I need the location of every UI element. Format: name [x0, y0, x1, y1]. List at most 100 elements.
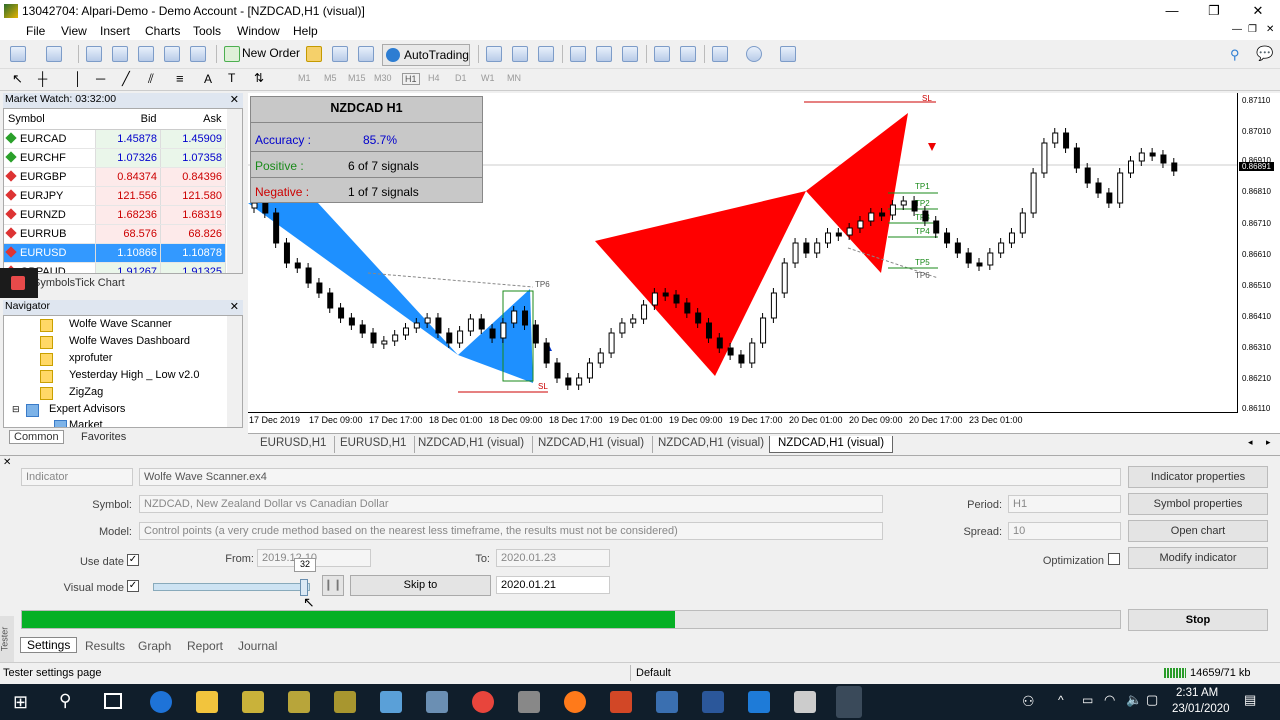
- chart-shift-icon[interactable]: [680, 46, 696, 62]
- table-row[interactable]: EURJPY 121.556 121.580: [4, 186, 226, 206]
- menu-file[interactable]: File: [26, 24, 45, 38]
- metatrader-icon[interactable]: [334, 691, 356, 713]
- tab-journal[interactable]: Journal: [238, 639, 277, 653]
- menu-tools[interactable]: Tools: [193, 24, 221, 38]
- collapse-icon[interactable]: ⊟: [12, 404, 20, 415]
- speed-slider[interactable]: [153, 579, 310, 596]
- line-chart-icon[interactable]: [538, 46, 554, 62]
- tab-chart[interactable]: NZDCAD,H1 (visual): [410, 436, 534, 453]
- tab-graph[interactable]: Graph: [138, 639, 171, 653]
- type-select[interactable]: Indicator: [21, 468, 133, 486]
- market-watch-icon[interactable]: [86, 46, 102, 62]
- vertical-line-icon[interactable]: │: [74, 71, 82, 86]
- table-row[interactable]: EURUSD 1.10866 1.10878: [4, 243, 226, 263]
- clock-date[interactable]: 23/01/2020: [1172, 703, 1230, 715]
- table-row[interactable]: EURRUB 68.576 68.826: [4, 224, 226, 244]
- tf-m1[interactable]: M1: [298, 73, 311, 83]
- network-icon[interactable]: ▭: [1082, 693, 1093, 707]
- terminal-icon[interactable]: [164, 46, 180, 62]
- tf-w1[interactable]: W1: [481, 73, 495, 83]
- fibonacci-icon[interactable]: ≡: [176, 71, 184, 86]
- pen-icon[interactable]: [656, 691, 678, 713]
- pause-button[interactable]: ❙❙: [322, 575, 344, 596]
- chrome-icon[interactable]: [472, 691, 494, 713]
- skip-to-button[interactable]: Skip to: [350, 575, 491, 596]
- notes-icon[interactable]: [380, 691, 402, 713]
- edge-icon[interactable]: [150, 691, 172, 713]
- app-icon[interactable]: [518, 691, 540, 713]
- menu-view[interactable]: View: [61, 24, 87, 38]
- minimize-button[interactable]: —: [1150, 0, 1194, 22]
- tab-settings[interactable]: Settings: [20, 637, 78, 653]
- firefox-icon[interactable]: [564, 691, 586, 713]
- cursor-icon[interactable]: ↖: [12, 71, 23, 87]
- to-date-field[interactable]: 2020.01.23: [496, 549, 610, 567]
- horizontal-line-icon[interactable]: ─: [96, 71, 105, 86]
- record-button[interactable]: [0, 268, 38, 298]
- nav-item[interactable]: Expert Advisors: [49, 403, 125, 415]
- autotrading-button[interactable]: AutoTrading: [382, 44, 470, 66]
- tab-common[interactable]: Common: [9, 430, 64, 444]
- tab-chart-active[interactable]: NZDCAD,H1 (visual): [769, 436, 894, 453]
- candlestick-icon[interactable]: [512, 46, 528, 62]
- market-icon[interactable]: [358, 46, 374, 62]
- file-explorer-icon[interactable]: [196, 691, 218, 713]
- nav-item[interactable]: Market: [69, 419, 103, 427]
- zoom-out-icon[interactable]: [596, 46, 612, 62]
- col-ask[interactable]: Ask: [160, 109, 226, 130]
- optimization-checkbox[interactable]: [1108, 553, 1120, 565]
- indicator-properties-button[interactable]: Indicator properties: [1128, 466, 1268, 488]
- visual-mode-checkbox[interactable]: ✓: [127, 580, 139, 592]
- tab-chart[interactable]: EURUSD,H1: [252, 436, 336, 453]
- indicators-icon[interactable]: [712, 46, 728, 62]
- clock-time[interactable]: 2:31 AM: [1176, 687, 1218, 699]
- col-symbol[interactable]: Symbol: [4, 109, 96, 130]
- tab-symbols[interactable]: Symbols: [33, 277, 75, 289]
- metatrader-icon[interactable]: [242, 691, 264, 713]
- trendline-icon[interactable]: ╱: [122, 71, 130, 87]
- people-icon[interactable]: ⚇: [1022, 693, 1035, 710]
- metatrader-icon[interactable]: [288, 691, 310, 713]
- nav-item[interactable]: ZigZag: [69, 386, 103, 398]
- scrollbar[interactable]: [227, 316, 242, 427]
- stop-button[interactable]: Stop: [1128, 609, 1268, 631]
- app-icon[interactable]: [426, 691, 448, 713]
- maximize-button[interactable]: ❐: [1192, 0, 1236, 22]
- volume-icon[interactable]: 🔈: [1126, 692, 1142, 708]
- scrollbar[interactable]: [227, 109, 242, 273]
- navigator-icon[interactable]: [138, 46, 154, 62]
- periods-icon[interactable]: [746, 46, 762, 62]
- new-chart-icon[interactable]: [10, 46, 26, 62]
- tf-h1[interactable]: H1: [402, 73, 420, 85]
- col-bid[interactable]: Bid: [95, 109, 161, 130]
- chat-icon[interactable]: 💬: [1256, 45, 1273, 62]
- powerpoint-icon[interactable]: [610, 691, 632, 713]
- search-icon[interactable]: ⚲: [59, 691, 71, 711]
- bar-chart-icon[interactable]: [486, 46, 502, 62]
- modify-indicator-button[interactable]: Modify indicator: [1128, 547, 1268, 569]
- zoom-in-icon[interactable]: [570, 46, 586, 62]
- symbol-properties-button[interactable]: Symbol properties: [1128, 493, 1268, 515]
- new-order-icon[interactable]: [224, 46, 240, 62]
- close-icon[interactable]: ✕: [3, 457, 11, 468]
- scroll-left-icon[interactable]: ◂: [1248, 437, 1253, 448]
- use-date-checkbox[interactable]: ✓: [127, 554, 139, 566]
- close-icon[interactable]: ✕: [230, 93, 239, 106]
- metaeditor-icon[interactable]: [306, 46, 322, 62]
- tf-m5[interactable]: M5: [324, 73, 337, 83]
- table-row[interactable]: EURGBP 0.84374 0.84396: [4, 167, 226, 187]
- menu-help[interactable]: Help: [293, 24, 318, 38]
- tf-mn[interactable]: MN: [507, 73, 521, 83]
- search-icon[interactable]: ⚲: [1230, 47, 1240, 63]
- alpari-icon[interactable]: [836, 686, 862, 718]
- expert-select[interactable]: Wolfe Wave Scanner.ex4: [139, 468, 1121, 486]
- menu-insert[interactable]: Insert: [100, 24, 130, 38]
- data-window-icon[interactable]: [112, 46, 128, 62]
- tf-d1[interactable]: D1: [455, 73, 467, 83]
- tf-m30[interactable]: M30: [374, 73, 392, 83]
- tray-up-icon[interactable]: ^: [1058, 693, 1064, 707]
- task-view-icon[interactable]: [104, 693, 122, 709]
- tab-chart[interactable]: NZDCAD,H1 (visual): [530, 436, 654, 453]
- symbol-select[interactable]: NZDCAD, New Zealand Dollar vs Canadian D…: [139, 495, 883, 513]
- nav-item[interactable]: Yesterday High _ Low v2.0: [69, 369, 199, 381]
